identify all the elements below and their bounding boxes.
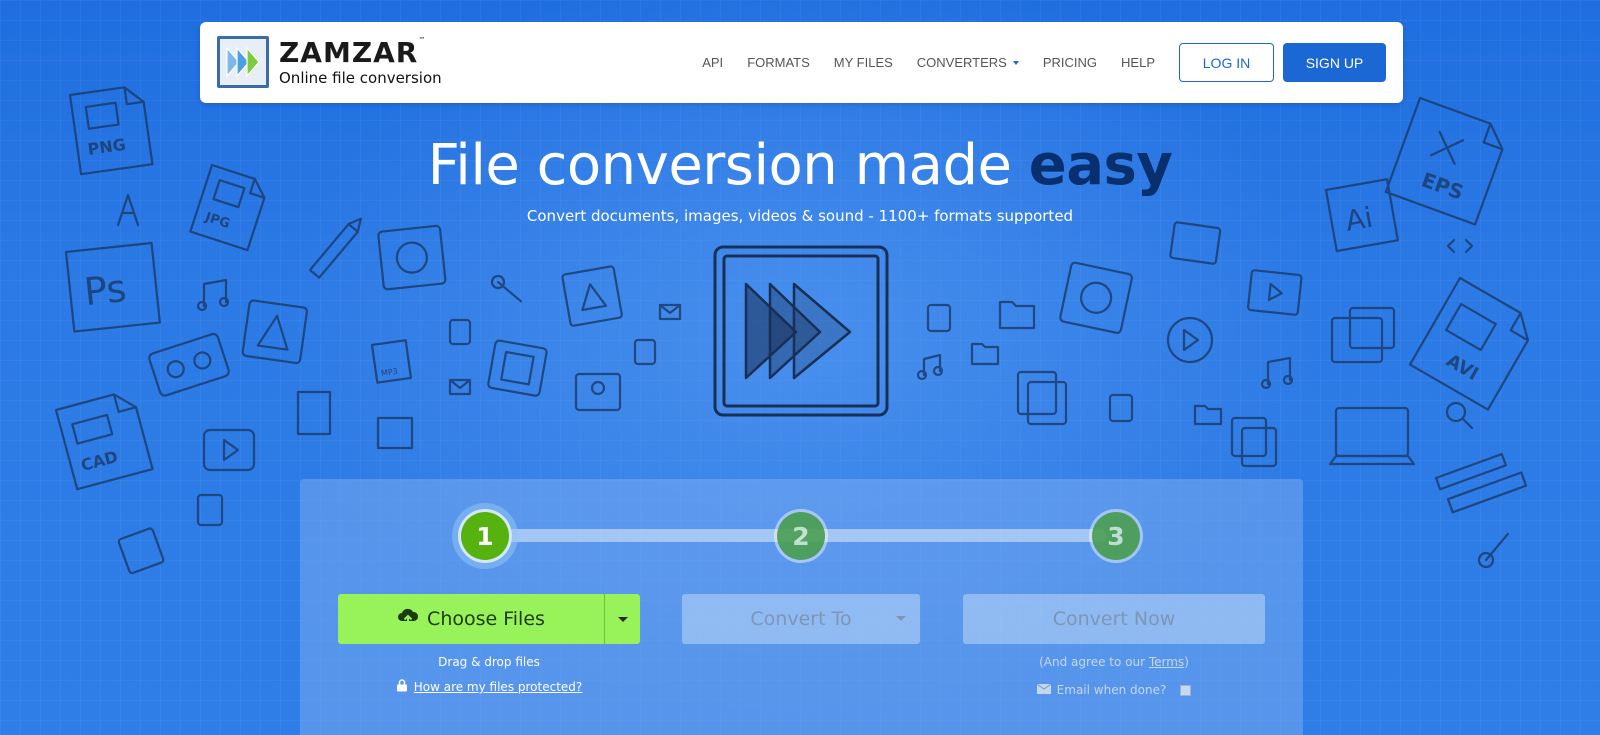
svg-text:AVI: AVI — [1442, 350, 1481, 385]
step-2-indicator: 2 — [777, 512, 825, 560]
folder-icon — [1193, 404, 1223, 426]
clipboard-icon — [1230, 416, 1278, 468]
laptop-icon — [1328, 406, 1416, 466]
pencil-ruler-icon — [1434, 452, 1528, 514]
mp3-file-icon: MP3 — [370, 339, 413, 384]
file-small-icon — [633, 338, 657, 366]
cassette-icon — [148, 332, 230, 397]
vlc-box-icon — [241, 299, 309, 365]
terms-notice: (And agree to our Terms) — [1039, 655, 1189, 669]
zamzar-logo-icon — [217, 36, 269, 88]
file-small-icon — [926, 303, 952, 333]
step-3-indicator: 3 — [1092, 512, 1140, 560]
image-frame-icon — [1169, 221, 1222, 265]
chevron-down-icon — [617, 616, 628, 622]
top-header: ZAMZAR™ Online file conversion API FORMA… — [200, 22, 1403, 103]
logo[interactable]: ZAMZAR™ Online file conversion — [217, 36, 442, 88]
email-when-done: Email when done? — [963, 683, 1265, 697]
code-file-icon — [1446, 238, 1474, 254]
play-circle-icon — [1166, 316, 1214, 364]
refresh-box-icon — [377, 224, 447, 291]
music-note-icon — [916, 353, 944, 381]
video-play-icon — [202, 428, 256, 472]
hero-title-emphasis: easy — [1028, 133, 1173, 198]
svg-text:MP3: MP3 — [380, 367, 398, 378]
file-small-icon — [1108, 393, 1134, 423]
convert-now-button[interactable]: Convert Now — [963, 594, 1265, 644]
hero-title: File conversion made easy — [427, 133, 1173, 198]
terms-link[interactable]: Terms — [1149, 655, 1184, 669]
cad-file-icon: CAD — [54, 393, 154, 491]
image-file-icon — [376, 416, 414, 450]
svg-text:CAD: CAD — [79, 447, 120, 475]
wrench-icon — [1477, 532, 1509, 569]
login-button[interactable]: LOG IN — [1179, 43, 1274, 82]
svg-text:Ps: Ps — [82, 266, 128, 314]
drag-drop-hint: Drag & drop files — [438, 655, 540, 669]
photo-tag-icon — [117, 527, 165, 575]
file-small-icon — [448, 318, 472, 346]
music-note-icon — [196, 278, 230, 312]
photoshop-icon: Ps — [64, 241, 161, 333]
music-note-icon — [1260, 356, 1294, 390]
avi-file-icon: AVI — [1408, 276, 1530, 411]
envelope-icon — [1036, 683, 1052, 697]
id-card-icon — [574, 372, 622, 412]
convert-to-select[interactable]: Convert To — [682, 594, 920, 644]
email-when-done-label: Email when done? — [1056, 683, 1167, 697]
small-file-icon — [196, 493, 224, 527]
choose-files-main[interactable]: Choose Files — [338, 594, 604, 644]
doc-file-icon — [296, 390, 332, 436]
wrench-icon — [490, 274, 523, 303]
chevron-down-icon — [1012, 60, 1019, 65]
lock-icon — [396, 679, 408, 695]
nav-formats[interactable]: FORMATS — [747, 55, 810, 70]
signup-button[interactable]: SIGN UP — [1283, 43, 1386, 82]
nav-my-files[interactable]: MY FILES — [834, 55, 893, 70]
clipboard-icon — [1016, 370, 1068, 426]
nav-pricing[interactable]: PRICING — [1043, 55, 1097, 70]
nav-converters[interactable]: CONVERTERS — [917, 55, 1019, 70]
main-nav: API FORMATS MY FILES CONVERTERS PRICING … — [702, 22, 1403, 103]
media-box-icon — [561, 265, 623, 327]
hero-subtitle: Convert documents, images, videos & soun… — [526, 207, 1074, 225]
files-protected-link[interactable]: How are my files protected? — [338, 679, 640, 695]
envelope-icon — [658, 303, 682, 321]
email-when-done-checkbox[interactable] — [1180, 684, 1192, 696]
choose-files-button[interactable]: Choose Files — [338, 594, 640, 644]
cloud-upload-icon — [397, 607, 419, 632]
logo-tagline: Online file conversion — [279, 68, 442, 87]
photo-stack-icon — [1330, 306, 1396, 364]
logo-brand: ZAMZAR™ — [279, 35, 427, 69]
step-1-indicator: 1 — [461, 512, 509, 560]
choose-files-dropdown[interactable] — [604, 594, 640, 644]
fast-forward-hero-icon — [712, 244, 892, 424]
nav-help[interactable]: HELP — [1121, 55, 1155, 70]
nav-api[interactable]: API — [702, 55, 723, 70]
refresh-box-icon — [1059, 261, 1134, 334]
converter-panel: 1 2 3 Choose Files Drag & drop files How… — [300, 479, 1303, 735]
folder-icon — [970, 342, 1000, 366]
chevron-down-icon — [896, 616, 906, 621]
video-frame-icon — [1247, 269, 1303, 316]
choose-files-label: Choose Files — [427, 608, 545, 630]
envelope-icon — [448, 378, 472, 396]
folder-icon — [998, 300, 1036, 330]
film-icon — [487, 339, 548, 397]
magnifier-icon — [1445, 401, 1474, 430]
convert-to-label: Convert To — [750, 608, 852, 630]
